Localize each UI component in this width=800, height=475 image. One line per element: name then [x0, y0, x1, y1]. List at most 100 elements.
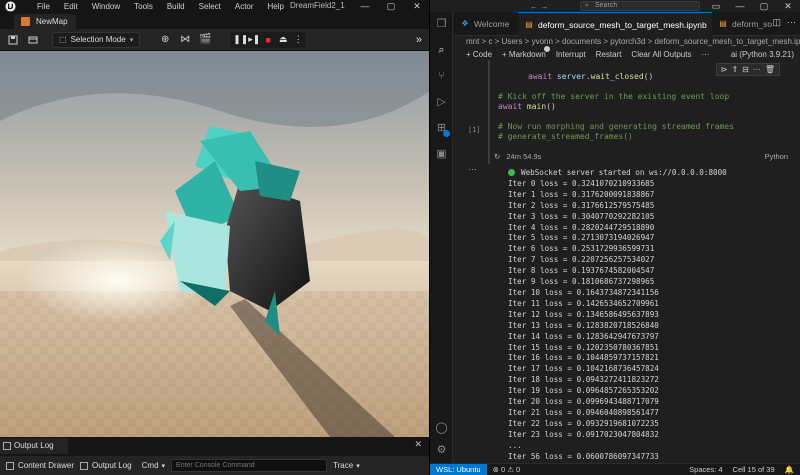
- output-line: Iter 0 loss = 0.3241070210933685: [508, 178, 655, 188]
- search-label: Search: [595, 2, 618, 9]
- add-actor-icon[interactable]: ⊕: [158, 33, 172, 47]
- output-menu-icon[interactable]: ···: [468, 164, 477, 174]
- menu-actor[interactable]: Actor: [228, 2, 261, 11]
- execute-above-icon[interactable]: ⇑: [731, 65, 738, 74]
- output-line: Iter 4 loss = 0.2820244729518890: [508, 222, 655, 232]
- output-line: Iter 22 loss = 0.0932919681072235: [508, 418, 659, 428]
- options-icon[interactable]: ⋮: [293, 34, 303, 45]
- close-panel-icon[interactable]: ✕: [414, 439, 422, 450]
- output-line: Iter 19 loss = 0.0964857265353202: [508, 386, 659, 396]
- more-actions-icon[interactable]: ···: [787, 17, 796, 28]
- maximize-icon[interactable]: ▢: [752, 0, 776, 12]
- execution-count: [1]: [468, 126, 481, 134]
- code-line-3: await main(): [498, 102, 556, 111]
- minimize-icon[interactable]: —: [352, 0, 378, 12]
- notebook-icon: ▤: [719, 19, 727, 28]
- add-markdown-cell-button[interactable]: + Markdown: [502, 50, 546, 59]
- unreal-menubar: File Edit Window Tools Build Select Acto…: [0, 0, 430, 12]
- tab-welcome[interactable]: ❖ Welcome: [454, 12, 518, 36]
- output-line: Iter 3 loss = 0.3040770292282105: [508, 211, 655, 221]
- tab-notebook-active[interactable]: ▤ deform_source_mesh_to_target_mesh.ipyn…: [518, 12, 712, 52]
- breadcrumb[interactable]: mnt > c > Users > yvonn > documents > py…: [454, 36, 800, 48]
- level-viewport[interactable]: [0, 51, 430, 437]
- run-debug-icon[interactable]: ▷: [435, 96, 448, 109]
- eject-icon[interactable]: ⏏: [278, 34, 288, 45]
- code-cell[interactable]: ⊳ ⇑ ⊟ ··· 🗑 await server.wait_closed() #…: [454, 60, 800, 164]
- chevron-down-icon: ▾: [129, 36, 134, 44]
- menu-help[interactable]: Help: [261, 2, 291, 11]
- cmd-dropdown[interactable]: Cmd ▾: [142, 461, 165, 470]
- indentation-status[interactable]: Spaces: 4: [689, 465, 722, 474]
- tab-notebook-second[interactable]: ▤ deform_source_mesh_to_target_mesh.ipyn…: [712, 12, 772, 36]
- command-search[interactable]: ⌕ Search: [580, 1, 700, 11]
- close-icon[interactable]: ✕: [776, 0, 800, 12]
- content-browser-icon[interactable]: [26, 33, 40, 47]
- delete-cell-icon[interactable]: 🗑: [765, 65, 775, 74]
- split-editor-icon[interactable]: ◫: [772, 17, 781, 28]
- toolbar-overflow-icon[interactable]: »: [416, 34, 422, 46]
- notifications-bell-icon[interactable]: 🔔: [785, 465, 794, 474]
- cell-language[interactable]: Python: [765, 152, 788, 161]
- vscode-logo-icon: ❖: [461, 19, 469, 28]
- kernel-picker[interactable]: ai (Python 3.9.21): [731, 50, 794, 59]
- console-command-input[interactable]: Enter Console Command: [171, 459, 328, 472]
- unreal-logo-icon[interactable]: [4, 0, 16, 12]
- cell-more-icon[interactable]: ···: [753, 65, 761, 74]
- tab-newmap[interactable]: NewMap: [14, 14, 76, 29]
- search-icon[interactable]: ⌕: [435, 44, 448, 57]
- nav-arrows-icon[interactable]: ← →: [530, 2, 548, 11]
- notebook-more-button[interactable]: ···: [701, 50, 709, 59]
- menu-build[interactable]: Build: [160, 2, 192, 11]
- output-log-button[interactable]: Output Log: [80, 461, 132, 470]
- output-line: Iter 23 loss = 0.0917023047804832: [508, 429, 659, 439]
- interrupt-button[interactable]: Interrupt: [556, 50, 586, 59]
- settings-gear-icon[interactable]: ⚙: [435, 444, 448, 457]
- output-line: Iter 8 loss = 0.1937674582004547: [508, 266, 655, 276]
- source-control-icon[interactable]: ⑂: [435, 70, 448, 83]
- output-line: Iter 6 loss = 0.2531729936599731: [508, 244, 655, 254]
- explorer-icon[interactable]: ❐: [435, 18, 448, 31]
- unreal-editor-window: File Edit Window Tools Build Select Acto…: [0, 0, 430, 475]
- close-icon[interactable]: ✕: [404, 0, 430, 12]
- cinematics-icon[interactable]: 🎬: [198, 33, 212, 47]
- selection-mode-dropdown[interactable]: ⬚ Selection Mode ▾: [52, 31, 141, 48]
- menu-edit[interactable]: Edit: [57, 2, 85, 11]
- minimize-icon[interactable]: —: [728, 0, 752, 12]
- cell-execution-time-label: 24m 54.9s: [506, 152, 542, 161]
- editor-tabs: ❖ Welcome ▤ deform_source_mesh_to_target…: [454, 12, 800, 52]
- layout-icon[interactable]: ▭: [704, 0, 728, 12]
- run-by-line-icon[interactable]: ⊳: [721, 65, 728, 74]
- remote-explorer-icon[interactable]: ▣: [435, 148, 448, 161]
- stop-icon[interactable]: ■: [263, 35, 273, 45]
- code-line-1: await server.wait_closed(): [528, 72, 654, 81]
- unreal-window-title: DreamField2_1: [290, 1, 345, 10]
- save-icon[interactable]: [6, 33, 20, 47]
- content-drawer-button[interactable]: Content Drawer: [6, 461, 74, 470]
- tab-output-log[interactable]: Output Log: [0, 438, 68, 454]
- code-line-2: # Kick off the server in the existing ev…: [498, 92, 730, 101]
- menu-tools[interactable]: Tools: [127, 2, 160, 11]
- green-circle-icon: [508, 169, 515, 176]
- output-line: Iter 5 loss = 0.2713073194026947: [508, 233, 655, 243]
- remote-indicator[interactable]: WSL: Ubuntu: [430, 463, 487, 475]
- cell-position-status[interactable]: Cell 15 of 39: [733, 465, 775, 474]
- maximize-icon[interactable]: ▢: [378, 0, 404, 12]
- clear-outputs-button[interactable]: Clear All Outputs: [631, 50, 691, 59]
- output-line: Iter 17 loss = 0.1042168736457824: [508, 364, 659, 374]
- menu-window[interactable]: Window: [85, 2, 127, 11]
- step-icon[interactable]: ▸❚: [248, 34, 260, 45]
- restart-button[interactable]: Restart: [596, 50, 622, 59]
- errors-icon[interactable]: ⊗ 0 ⚠ 0: [493, 465, 521, 474]
- unreal-toolbar: ⬚ Selection Mode ▾ ⊕ ⋈ 🎬 ❚❚ ▸❚ ■ ⏏ ⋮ »: [0, 29, 430, 51]
- menu-file[interactable]: File: [30, 2, 57, 11]
- add-code-cell-button[interactable]: + Code: [466, 50, 492, 59]
- menu-select[interactable]: Select: [192, 2, 228, 11]
- account-icon[interactable]: ◯: [435, 422, 448, 435]
- blueprint-icon[interactable]: ⋈: [178, 33, 192, 47]
- pause-icon[interactable]: ❚❚: [233, 34, 248, 45]
- tab-tools: ◫ ···: [772, 17, 796, 28]
- split-cell-icon[interactable]: ⊟: [742, 65, 749, 74]
- unreal-status-bar: Content Drawer Output Log Cmd ▾ Enter Co…: [0, 456, 430, 475]
- trace-dropdown[interactable]: Trace ▾: [333, 461, 360, 470]
- output-log-label: Output Log: [92, 461, 132, 470]
